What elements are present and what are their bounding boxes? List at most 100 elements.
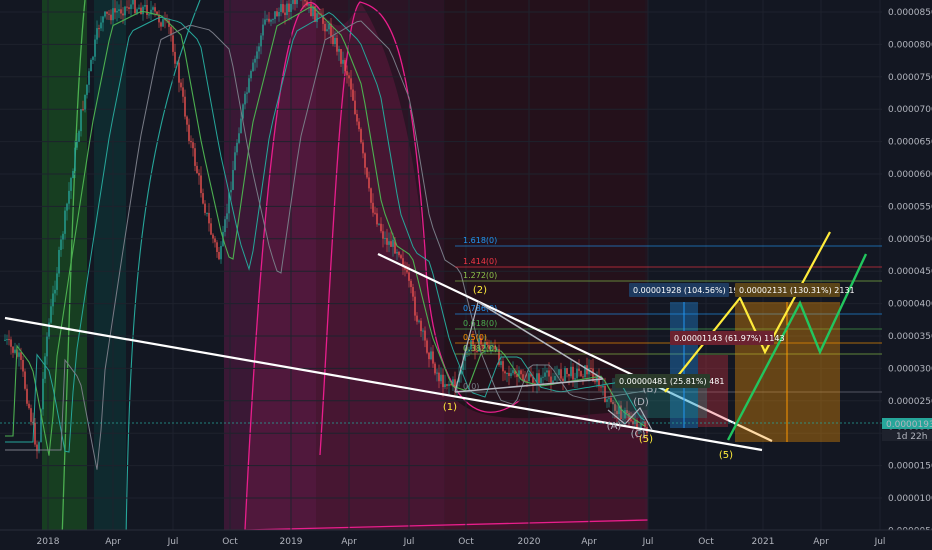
candle-body: [296, 0, 298, 5]
candle-body: [442, 374, 444, 388]
candle-body: [426, 340, 428, 353]
candle-body: [122, 13, 124, 16]
candle-body: [232, 169, 234, 190]
candle-body: [50, 306, 52, 323]
candle-body: [134, 0, 136, 14]
candle-body: [360, 129, 362, 143]
y-tick-label: 0.00005500: [888, 202, 932, 212]
candle-body: [188, 124, 190, 141]
candle-body: [386, 237, 388, 245]
candle-body: [390, 241, 392, 247]
candle-body: [344, 59, 346, 72]
x-tick-label: Jul: [403, 537, 415, 547]
price-axis[interactable]: 0.000005000.000010000.000015000.00002000…: [882, 0, 932, 550]
candle-body: [332, 36, 334, 45]
candle-body: [182, 87, 184, 97]
x-tick-label: Apr: [341, 537, 357, 547]
candle-body: [224, 219, 226, 233]
candle-body: [430, 351, 432, 360]
candle-body: [408, 272, 410, 281]
candle-body: [236, 142, 238, 153]
candle-body: [186, 116, 188, 125]
candle-body: [258, 46, 260, 52]
candle-body: [510, 373, 512, 377]
candle-body: [368, 177, 370, 189]
measure-label: 0.00001143 (61.97%) 1143: [674, 334, 785, 343]
candle-body: [58, 250, 60, 274]
candle-body: [500, 361, 502, 365]
measure-label: 0.00001928 (104.56%) 1928: [633, 286, 749, 295]
candle-body: [94, 39, 96, 57]
candle-body: [26, 388, 28, 404]
wave-label: (C): [631, 429, 646, 440]
candle-body: [212, 234, 214, 239]
candle-body: [452, 379, 454, 385]
candle-body: [340, 48, 342, 64]
candle-body: [82, 109, 84, 111]
candle-body: [444, 384, 446, 388]
candle-body: [306, 1, 308, 6]
candle-body: [24, 371, 26, 389]
candle-body: [538, 373, 540, 384]
candle-body: [356, 114, 358, 122]
candle-body: [576, 368, 578, 379]
candle-body: [388, 241, 390, 245]
y-tick-label: 0.00001500: [888, 462, 932, 472]
candle-body: [550, 376, 552, 383]
candle-body: [568, 373, 570, 377]
candle-body: [4, 339, 6, 341]
candle-body: [116, 10, 118, 13]
candle-body: [88, 71, 90, 85]
candle-body: [12, 346, 14, 353]
candle-body: [432, 351, 434, 364]
candle-body: [240, 118, 242, 134]
candle-body: [338, 48, 340, 52]
candle-body: [418, 320, 420, 322]
candle-body: [416, 315, 418, 322]
candle-body: [46, 336, 48, 357]
candle-body: [108, 13, 110, 15]
candle-body: [268, 18, 270, 22]
candle-body: [154, 7, 156, 12]
candle-body: [184, 96, 186, 117]
candle-body: [380, 223, 382, 232]
candle-body: [436, 372, 438, 374]
candle-body: [634, 420, 636, 425]
candle-body: [336, 37, 338, 52]
candle-body: [60, 239, 62, 251]
candle-body: [290, 3, 292, 12]
candle-body: [260, 35, 262, 47]
candle-body: [100, 22, 102, 29]
candle-body: [328, 23, 330, 30]
candle-body: [610, 397, 612, 403]
candle-body: [192, 142, 194, 149]
candle-body: [210, 223, 212, 235]
candle-body: [348, 75, 350, 79]
candle-body: [216, 242, 218, 252]
fib-label: 0.382(0): [463, 344, 497, 353]
candle-body: [214, 238, 216, 243]
candle-body: [110, 14, 112, 21]
candle-body: [198, 173, 200, 176]
candle-body: [350, 78, 352, 90]
candle-body: [74, 147, 76, 172]
candle-body: [208, 212, 210, 224]
candle-body: [378, 223, 380, 225]
time-axis[interactable]: 2018 Apr Jul Oct 2019 Apr Jul Oct 2020 Apr Jul Oct 2…: [0, 529, 932, 550]
candle-body: [98, 28, 100, 30]
candle-body: [440, 374, 442, 382]
candle-body: [64, 210, 66, 234]
candle-body: [310, 3, 312, 17]
candle-body: [252, 62, 254, 72]
candle-body: [80, 109, 82, 132]
candle-body: [508, 372, 510, 377]
candle-body: [246, 92, 248, 94]
candle-body: [358, 121, 360, 130]
x-tick-label: Apr: [105, 537, 121, 547]
price-badge-label: 0.00001932: [886, 420, 932, 430]
wave-label: (A): [607, 421, 622, 432]
candle-body: [422, 330, 424, 332]
candle-body: [316, 13, 318, 22]
price-chart[interactable]: 1.618(0)1.414(0)1.272(0)0.786(0)0.618(0)…: [0, 0, 932, 550]
candle-body: [20, 352, 22, 360]
